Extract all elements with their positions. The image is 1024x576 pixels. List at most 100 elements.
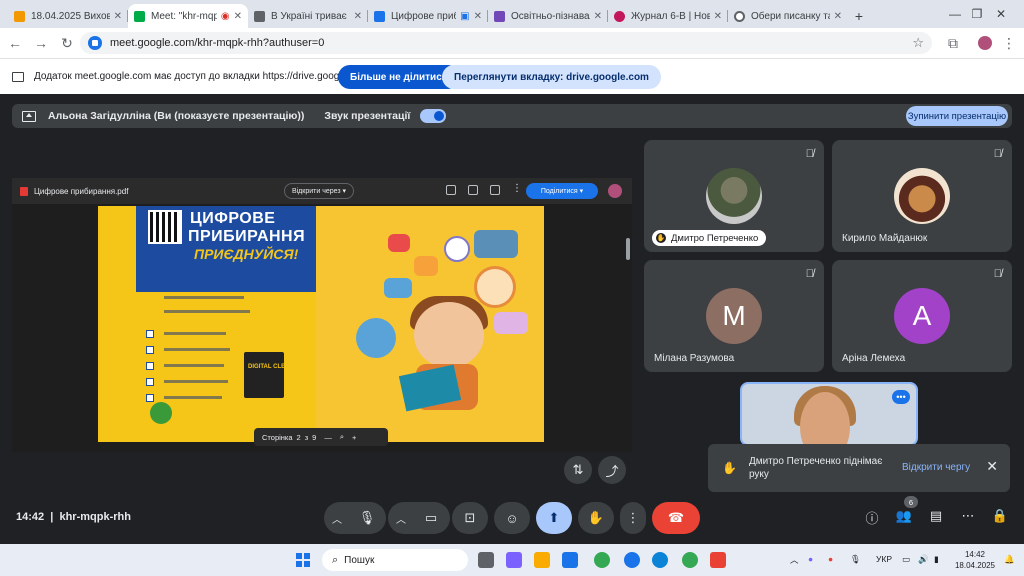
emoji-icon[interactable]: ☺	[494, 502, 530, 534]
close-icon[interactable]: ✕	[474, 11, 482, 22]
chat-icon[interactable]: ▤	[926, 508, 946, 524]
view-tab-button[interactable]: Переглянути вкладку: drive.google.com	[442, 65, 661, 89]
zoom-in-button[interactable]: +	[352, 433, 356, 442]
camera-control: ︿ ▭	[388, 502, 450, 534]
activities-icon[interactable]: ⋯	[958, 508, 978, 524]
stop-presenting-button[interactable]: Зупинити презентацію	[906, 106, 1008, 126]
chevron-up-icon[interactable]: ︿	[388, 511, 414, 526]
url-field[interactable]: meet.google.com/khr-mqpk-rhh?authuser=0 …	[80, 32, 932, 54]
taskbar-clock[interactable]: 14:42 18.04.2025	[950, 549, 1000, 571]
info-icon[interactable]: ⓘ	[862, 508, 882, 527]
tray-app-icon[interactable]: ●	[808, 554, 813, 564]
browser-tab[interactable]: Цифрове прибі ▣ ✕	[368, 4, 488, 28]
trash-bin-icon	[244, 352, 284, 398]
download-icon[interactable]	[490, 185, 500, 195]
close-icon[interactable]: ✕	[594, 11, 602, 22]
bookmark-star-icon[interactable]: ☆	[912, 35, 924, 51]
presentation-sound-toggle[interactable]	[420, 109, 447, 123]
pdf-share-button[interactable]: Поділитися ▾	[526, 183, 598, 199]
pdf-toolbar: Цифрове прибирання.pdf Відкрити через ▾ …	[12, 178, 632, 204]
notifications-icon[interactable]: 🔔	[1004, 554, 1015, 565]
chevron-up-icon[interactable]: ︿	[790, 554, 799, 566]
swap-layout-icon[interactable]: ⇅	[564, 456, 592, 484]
back-icon[interactable]: ←	[2, 30, 28, 56]
browser-tab-active[interactable]: Meet: "khr-mqpk" ◉ ✕	[128, 4, 248, 28]
extensions-icon[interactable]: ⧉	[940, 30, 966, 56]
tab-favicon-icon	[494, 10, 505, 22]
mic-icon[interactable]: 🎙	[350, 502, 384, 534]
page-total: 9	[312, 432, 317, 442]
comment-icon[interactable]	[446, 185, 456, 195]
site-info-icon[interactable]	[88, 36, 102, 50]
tab-favicon-icon	[614, 10, 625, 22]
close-icon[interactable]: ✕	[354, 11, 362, 22]
present-now-icon[interactable]: ⬆	[536, 502, 572, 534]
host-controls-icon[interactable]: 🔒	[990, 508, 1010, 524]
app-icon[interactable]	[710, 552, 726, 568]
raise-hand-icon[interactable]: ✋	[578, 502, 614, 534]
browser-tab[interactable]: Освітньо-пізнаваль ✕	[488, 4, 608, 28]
copilot-icon[interactable]	[506, 552, 522, 568]
scrollbar[interactable]	[626, 238, 630, 260]
print-icon[interactable]	[468, 185, 478, 195]
google-favicon-icon	[734, 10, 745, 22]
zoom-out-button[interactable]: —	[324, 433, 332, 442]
close-icon[interactable]: ✕	[114, 11, 122, 22]
zoom-magnifier-icon[interactable]: ⌕	[340, 432, 344, 442]
menu-kebab-icon[interactable]: ⋮	[996, 30, 1022, 56]
store-icon[interactable]	[562, 552, 578, 568]
volume-icon[interactable]: 🔊	[918, 554, 929, 565]
leave-call-icon[interactable]: ☎	[652, 502, 700, 534]
reload-icon[interactable]: ↻	[54, 30, 80, 56]
people-icon[interactable]: 👥	[894, 508, 914, 524]
participant-tile[interactable]: 🎙̸ ✋ Дмитро Петреченко	[644, 140, 824, 252]
taskbar-search-input[interactable]: ⌕ Пошук	[322, 549, 468, 571]
participant-tile[interactable]: 🎙̸ M Мілана Разумова	[644, 260, 824, 372]
close-icon[interactable]: ✕	[714, 11, 722, 22]
close-icon[interactable]: ✕	[234, 11, 242, 22]
mic-icon[interactable]: 🎙	[850, 554, 861, 565]
pdf-share-label: Поділитися	[540, 187, 578, 195]
forward-icon[interactable]: →	[28, 30, 54, 56]
network-icon[interactable]: ▭	[902, 554, 910, 565]
recording-dot-icon: ◉	[220, 10, 230, 22]
participant-tile[interactable]: 🎙̸ A Аріна Лемехa	[832, 260, 1012, 372]
language-indicator[interactable]: УКР	[876, 554, 892, 564]
close-icon[interactable]: ✕	[986, 458, 998, 475]
close-icon[interactable]: ✕	[834, 11, 842, 22]
tab-label: Обери писанку та с	[751, 10, 830, 22]
browser-tab[interactable]: 18.04.2025 Виховна ✕	[8, 4, 128, 28]
chevron-up-icon[interactable]: ︿	[324, 511, 350, 526]
open-queue-link[interactable]: Відкрити чергу	[902, 462, 970, 473]
meet-stage: Альона Загідулліна (Ви (показуєте презен…	[0, 94, 1024, 544]
chrome-icon[interactable]	[682, 552, 698, 568]
window-close-icon[interactable]: ✕	[978, 0, 1024, 28]
new-tab-button[interactable]: +	[848, 4, 870, 28]
file-explorer-icon[interactable]	[534, 552, 550, 568]
browser-tab[interactable]: В Україні триває мі ✕	[248, 4, 368, 28]
more-options-icon[interactable]: ⋮	[512, 183, 522, 194]
open-with-button[interactable]: Відкрити через ▾	[284, 183, 354, 199]
browser-tab[interactable]: Обери писанку та с ✕	[728, 4, 848, 28]
participant-tile[interactable]: 🎙̸ Кирило Майданюк	[832, 140, 1012, 252]
battery-icon[interactable]: ▮	[934, 554, 939, 565]
task-view-icon[interactable]	[478, 552, 494, 568]
camera-icon[interactable]: ▭	[414, 502, 448, 534]
browser-tab[interactable]: Журнал 6-В | Нові з ✕	[608, 4, 728, 28]
mic-off-icon: 🎙̸	[993, 148, 1002, 160]
windows-start-icon[interactable]	[296, 553, 310, 567]
telegram-icon[interactable]	[624, 552, 640, 568]
edge-icon[interactable]	[652, 552, 668, 568]
captions-icon[interactable]: ⊡	[452, 502, 488, 534]
share-icon[interactable]: ⤴	[598, 456, 626, 484]
participant-name-chip: ✋ Дмитро Петреченко	[652, 230, 767, 246]
profile-avatar[interactable]	[978, 36, 992, 50]
self-view-tile[interactable]: •••	[740, 382, 918, 446]
avatar[interactable]	[608, 184, 622, 198]
chrome-icon[interactable]	[594, 552, 610, 568]
more-options-icon[interactable]: ⋮	[620, 502, 646, 534]
tray-app-icon[interactable]: ●	[828, 554, 833, 564]
search-placeholder: Пошук	[344, 554, 375, 566]
page-current[interactable]: 2	[297, 433, 301, 442]
more-options-icon[interactable]: •••	[892, 390, 910, 404]
